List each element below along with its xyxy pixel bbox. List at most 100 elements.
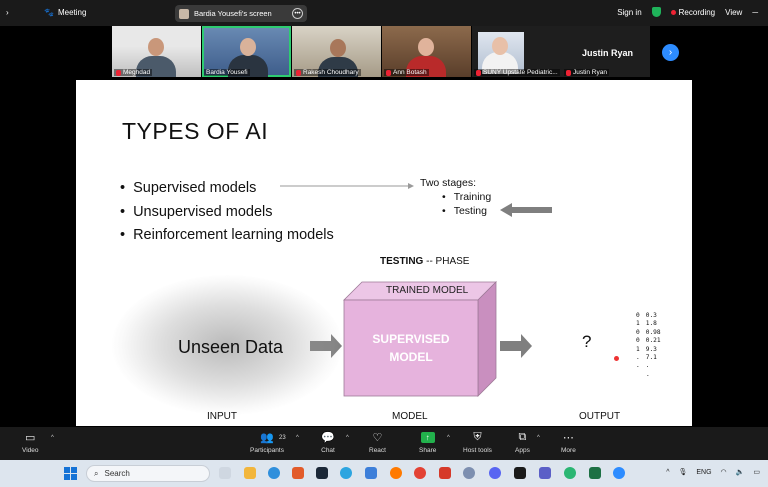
- participant-name: SUNY Upstate Pediatric...: [474, 69, 560, 76]
- participant-tile[interactable]: Rakesh Choudhary: [292, 26, 381, 77]
- view-button[interactable]: View: [725, 8, 742, 17]
- steam-icon[interactable]: [316, 467, 328, 479]
- share-screen-icon: ↑: [420, 431, 435, 443]
- participant-name: Justin Ryan: [564, 69, 609, 76]
- laser-pointer-dot: [614, 356, 619, 361]
- excel-icon[interactable]: [589, 467, 601, 479]
- shared-slide: TYPES OF AI Supervised models Unsupervis…: [76, 80, 692, 426]
- output-question-mark: ?: [582, 332, 592, 351]
- stage-item: Testing: [442, 204, 491, 218]
- chrome-icon[interactable]: [414, 467, 426, 479]
- telegram-icon[interactable]: [340, 467, 352, 479]
- participants-options-caret-icon[interactable]: ^: [296, 435, 299, 441]
- participant-tile-active-speaker[interactable]: Bardia Yousefi: [202, 26, 291, 77]
- participant-tile[interactable]: Meghdad: [112, 26, 201, 77]
- more-label: More: [561, 447, 576, 454]
- thin-arrow-head: [408, 183, 414, 189]
- video-camera-icon: ▭: [25, 431, 36, 444]
- phase-heading: TESTING -- PHASE: [380, 256, 469, 267]
- file-explorer-icon[interactable]: [244, 467, 256, 479]
- windows-taskbar: ⌕ Search ^ 🎙 ENG ◠ 🔈 ▭: [0, 460, 768, 487]
- video-options-caret-icon[interactable]: ^: [51, 435, 54, 441]
- chevron-right-icon: ›: [668, 47, 673, 58]
- discord-icon[interactable]: [489, 467, 501, 479]
- people-icon: 👥: [260, 431, 274, 444]
- share-options-caret-icon[interactable]: ^: [447, 435, 450, 441]
- apps-options-caret-icon[interactable]: ^: [537, 435, 540, 441]
- more-button[interactable]: ⋯ More: [561, 430, 576, 455]
- participant-tile-pair[interactable]: Justin Ryan SUNY Upstate Pediatric... Ju…: [472, 26, 650, 77]
- participant-gallery: Meghdad Bardia Yousefi Rakesh Choudhary …: [112, 26, 650, 78]
- host-tools-label: Host tools: [463, 447, 492, 454]
- gallery-next-button[interactable]: ›: [662, 44, 679, 61]
- app-icon[interactable]: [365, 467, 377, 479]
- more-options-icon[interactable]: •••: [292, 8, 303, 19]
- stage-item: Training: [442, 190, 492, 204]
- app-icon[interactable]: [564, 467, 576, 479]
- windows-start-icon[interactable]: [64, 467, 77, 480]
- output-label: OUTPUT: [579, 411, 621, 422]
- matlab-icon[interactable]: [292, 467, 304, 479]
- mic-off-icon: [476, 69, 481, 76]
- stages-heading: Two stages:: [420, 177, 477, 189]
- app-icon[interactable]: [463, 467, 475, 479]
- chat-button[interactable]: 💬 Chat: [321, 430, 335, 455]
- shared-screen-indicator[interactable]: Bardia Yousefi's screen •••: [175, 5, 307, 22]
- model-box-side: [477, 281, 497, 397]
- zoom-icon[interactable]: [613, 467, 625, 479]
- acrobat-icon[interactable]: [439, 467, 451, 479]
- video-label: Video: [22, 447, 39, 454]
- participant-name: Rakesh Choudhary: [294, 69, 361, 76]
- chat-options-caret-icon[interactable]: ^: [346, 435, 349, 441]
- speaker-icon[interactable]: 🔈: [736, 468, 745, 476]
- output-row: 0 0.21: [636, 337, 661, 345]
- participants-button[interactable]: 👥 Participants: [250, 430, 284, 455]
- stages-block: Two stages: Training Testing: [420, 176, 491, 218]
- window-menu-icon[interactable]: ─: [752, 8, 758, 17]
- teams-icon[interactable]: [539, 467, 551, 479]
- host-tools-button[interactable]: ⛨ Host tools: [463, 430, 492, 455]
- share-button[interactable]: ↑ Share: [419, 430, 436, 454]
- box-front-label-line2: MODEL: [389, 350, 433, 364]
- output-row: 1 1.8: [636, 320, 657, 328]
- window-edge-text: ›: [6, 8, 9, 17]
- input-label: INPUT: [207, 411, 237, 422]
- participant-tile[interactable]: Ann Botash: [382, 26, 471, 77]
- phase-rest: -- PHASE: [423, 256, 470, 267]
- encryption-shield-icon[interactable]: [651, 7, 661, 17]
- heart-icon: ♡: [372, 431, 383, 444]
- output-row: ..: [636, 362, 650, 370]
- app-icon[interactable]: [514, 467, 526, 479]
- microphone-icon[interactable]: 🎙: [678, 468, 687, 476]
- mic-off-icon: [296, 69, 301, 76]
- testing-arrow-head: [500, 203, 512, 217]
- react-button[interactable]: ♡ React: [369, 430, 386, 455]
- task-view-icon[interactable]: [219, 467, 231, 479]
- apps-button[interactable]: ⧉ Apps: [515, 430, 530, 455]
- output-row: 1 9.3: [636, 345, 657, 353]
- wifi-icon[interactable]: ◠: [721, 468, 727, 476]
- output-row: 0 0.3: [636, 312, 657, 319]
- participants-count: 23: [279, 435, 286, 441]
- top-bar: › 🐾 Meeting Bardia Yousefi's screen ••• …: [0, 0, 768, 26]
- recording-dot-icon: [670, 9, 676, 15]
- meeting-info[interactable]: 🐾 Meeting: [44, 8, 86, 17]
- battery-icon[interactable]: ▭: [753, 468, 760, 476]
- chevron-up-icon[interactable]: ^: [666, 469, 669, 476]
- chevron-left-icon[interactable]: ›: [6, 8, 9, 17]
- system-tray: ^ 🎙 ENG ◠ 🔈 ▭: [666, 468, 760, 477]
- signin-button[interactable]: Sign in: [617, 8, 641, 17]
- avatar: [179, 8, 189, 19]
- taskbar-search-box[interactable]: ⌕ Search: [86, 465, 210, 482]
- firefox-icon[interactable]: [390, 467, 402, 479]
- mic-off-icon: [386, 69, 391, 76]
- output-row: .: [646, 370, 650, 378]
- edge-browser-icon[interactable]: [268, 467, 280, 479]
- video-button[interactable]: ▭ Video: [22, 430, 39, 455]
- language-indicator[interactable]: ENG: [696, 469, 711, 476]
- recording-status[interactable]: Recording: [670, 7, 716, 17]
- output-row: 0 0.98: [636, 328, 661, 336]
- share-label: Share: [419, 447, 437, 454]
- recording-label: Recording: [678, 7, 716, 17]
- chat-bubble-icon: 💬: [321, 431, 335, 444]
